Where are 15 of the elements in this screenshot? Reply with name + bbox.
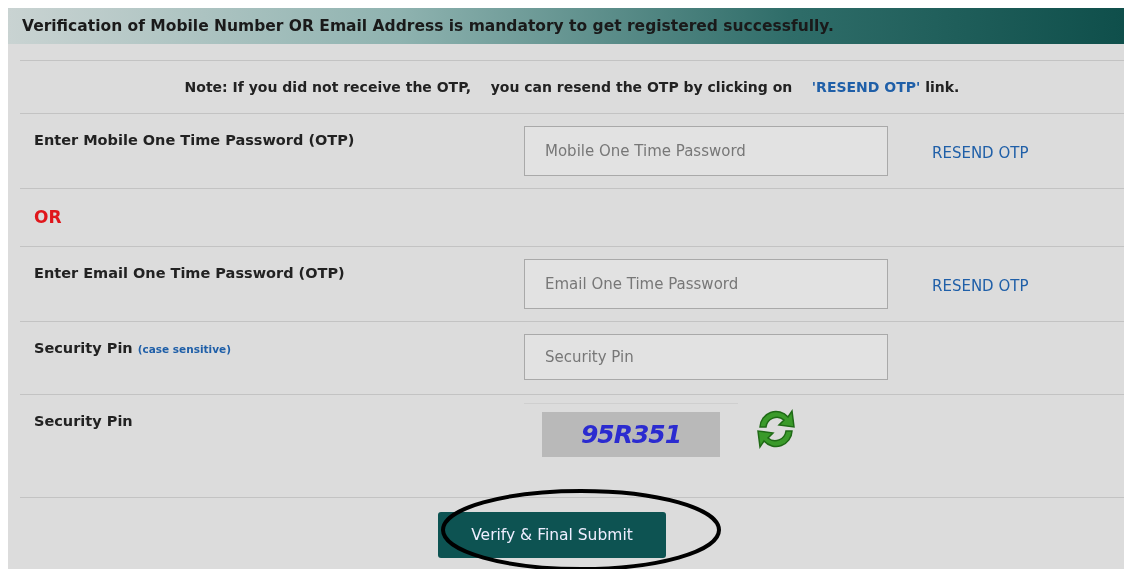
- field-label: Security Pin: [33, 412, 134, 429]
- resend-otp-link[interactable]: RESEND OTP: [932, 144, 1029, 162]
- submit-button[interactable]: Verify & Final Submit: [438, 512, 666, 558]
- otp-field[interactable]: Mobile One Time Password: [524, 126, 888, 176]
- field-label: Enter Mobile One Time Password (OTP): [33, 131, 356, 148]
- field-label: Security Pin (case sensitive): [33, 339, 232, 356]
- captcha-image: 95R351: [542, 411, 720, 457]
- field-label: Enter Email One Time Password (OTP): [33, 264, 346, 281]
- note-text: Note: If you did not receive the OTP, you can resend the OTP by clicking on 'RESEND OTP' link.: [184, 79, 960, 95]
- or-label: OR: [33, 206, 62, 227]
- otp-field[interactable]: Email One Time Password: [524, 259, 888, 309]
- header-bar: Verification of Mobile Number OR Email Address is mandatory to get registered successfully.: [8, 8, 1124, 44]
- security-pin-field[interactable]: Security Pin: [524, 334, 888, 380]
- resend-otp-link[interactable]: RESEND OTP: [932, 277, 1029, 295]
- resend-otp-link[interactable]: 'RESEND OTP': [811, 79, 921, 95]
